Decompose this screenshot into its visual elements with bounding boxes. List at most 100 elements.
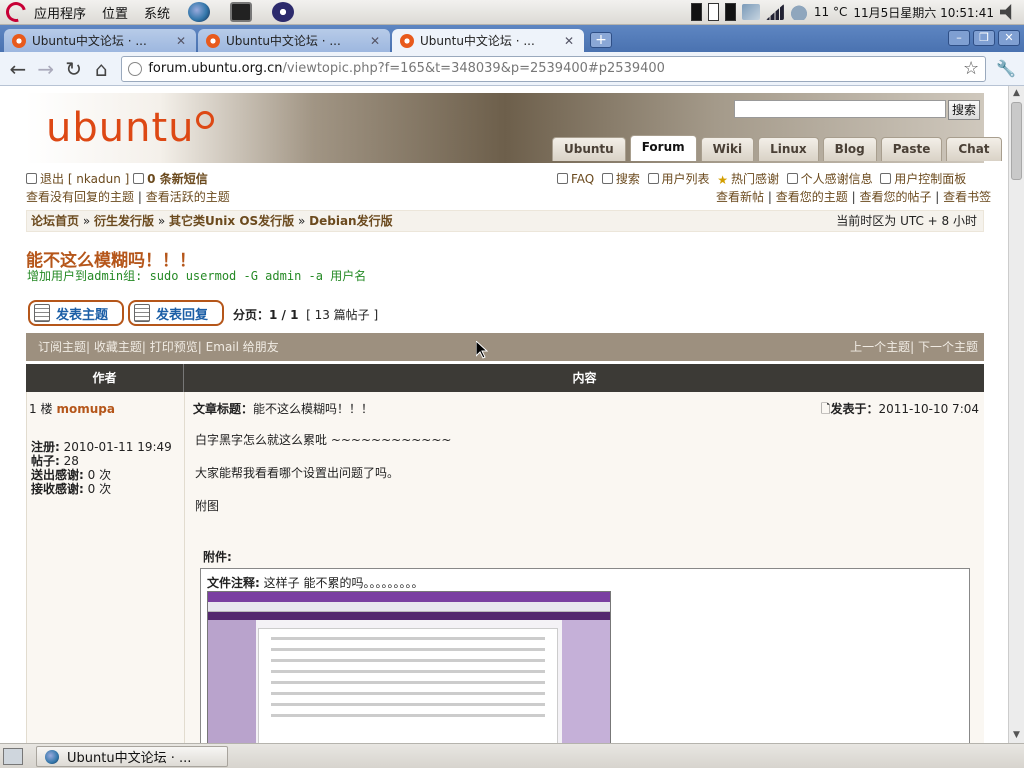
page-scrollbar[interactable]: ▲ ▼ (1008, 86, 1024, 743)
ubuntu-favicon-icon (12, 33, 26, 48)
applications-menu[interactable]: 应用程序 (26, 0, 94, 25)
ubuntu-logo[interactable]: ubuntu (46, 105, 215, 151)
bottom-panel: Ubuntu中文论坛 · ... (0, 743, 1024, 768)
tab-title: Ubuntu中文论坛 · ... (226, 34, 341, 48)
logout-link[interactable]: 退出 [ nkadun ] (40, 172, 129, 186)
attachment-image[interactable] (207, 591, 611, 743)
bookmarks-link[interactable]: 查看书签 (943, 190, 991, 204)
posts-label: 帖子: (31, 454, 60, 468)
breadcrumb-item[interactable]: 其它类Unix OS发行版 (169, 214, 294, 228)
weather-icon[interactable] (789, 4, 808, 20)
bookmark-star-icon[interactable]: ☆ (963, 58, 979, 79)
browser-tab-3[interactable]: Ubuntu中文论坛 · ... ✕ (392, 29, 584, 52)
wrench-menu-icon[interactable]: 🔧 (992, 55, 1020, 83)
nav-tab-wiki[interactable]: Wiki (700, 137, 755, 161)
nav-tab-blog[interactable]: Blog (822, 137, 877, 161)
hot-thanks-link[interactable]: 热门感谢 (731, 172, 779, 186)
my-thanks-link[interactable]: 个人感谢信息 (801, 172, 873, 186)
user-links-right: FAQ 搜索 用户列表 ★ 热门感谢 个人感谢信息 用户控制面板 (557, 170, 966, 187)
network-icon[interactable] (741, 4, 760, 20)
bookmark-topic-link[interactable]: 收藏主题 (94, 340, 142, 354)
volume-icon[interactable] (1000, 4, 1012, 20)
home-button[interactable]: ⌂ (87, 55, 115, 83)
topic-signature: 增加用户到admin组: sudo usermod -G admin -a 用户… (27, 269, 367, 283)
messages-link[interactable]: 0 条新短信 (147, 172, 208, 186)
print-link[interactable]: 打印预览 (150, 340, 198, 354)
no-reply-topics-link[interactable]: 查看没有回复的主题 (26, 190, 134, 204)
reload-button[interactable]: ↻ (60, 55, 88, 83)
scroll-down-icon[interactable]: ▼ (1009, 728, 1024, 743)
browser-launcher-icon[interactable] (188, 2, 211, 22)
browser-tab-1[interactable]: Ubuntu中文论坛 · ... ✕ (4, 29, 196, 52)
nav-tab-ubuntu[interactable]: Ubuntu (552, 137, 626, 161)
url-host: forum.ubuntu.org.cn (148, 61, 283, 76)
site-search-input[interactable] (734, 100, 946, 118)
prev-topic-link[interactable]: 上一个主题 (850, 340, 910, 354)
scroll-thumb[interactable] (1011, 102, 1022, 180)
document-icon (34, 304, 50, 322)
post-author-column: 1 楼 momupa 注册: 2010-01-11 19:49 帖子: 28 送出… (27, 392, 185, 743)
browser-tab-2[interactable]: Ubuntu中文论坛 · ... ✕ (198, 29, 390, 52)
workspace-2[interactable] (707, 3, 719, 21)
new-posts-link[interactable]: 查看新帖 (716, 190, 764, 204)
back-button[interactable]: ← (4, 55, 32, 83)
attachment-label: 附件: (203, 550, 232, 564)
post-header: 文章标题：能不这么模糊吗！！！ 🗋发表于：2011-10-10 7:04 (193, 400, 979, 417)
post-floor: 1 楼 momupa (29, 400, 115, 417)
your-posts-link[interactable]: 查看您的帖子 (859, 190, 931, 204)
faq-link[interactable]: FAQ (571, 172, 594, 186)
close-tab-icon[interactable]: ✕ (368, 34, 382, 48)
close-window-button[interactable]: ✕ (998, 30, 1020, 46)
new-tab-button[interactable]: + (590, 32, 612, 48)
email-link[interactable]: Email 给朋友 (206, 340, 279, 354)
nav-tab-chat[interactable]: Chat (946, 137, 1002, 161)
posted-label: 发表于： (830, 402, 879, 416)
ucp-link[interactable]: 用户控制面板 (894, 172, 966, 186)
user-links-left: 退出 [ nkadun ] 0 条新短信 (26, 170, 208, 187)
next-topic-link[interactable]: 下一个主题 (918, 340, 978, 354)
button-label: 发表回复 (156, 307, 209, 323)
thanks-icon (786, 173, 798, 184)
places-menu[interactable]: 位置 (94, 0, 136, 25)
logout-icon (26, 173, 37, 184)
terminal-launcher-icon[interactable] (230, 2, 253, 22)
scroll-up-icon[interactable]: ▲ (1009, 86, 1024, 101)
system-menu[interactable]: 系统 (136, 0, 178, 25)
post-author-link[interactable]: momupa (56, 402, 114, 416)
timezone-label: 当前时区为 UTC + 8 小时 (836, 214, 977, 228)
taskbar-window-button[interactable]: Ubuntu中文论坛 · ... (36, 746, 228, 767)
temperature-readout[interactable]: 11 °C (814, 5, 847, 19)
breadcrumb-item[interactable]: 论坛首页 (31, 214, 79, 228)
nav-tab-paste[interactable]: Paste (880, 137, 943, 161)
close-tab-icon[interactable]: ✕ (562, 34, 576, 48)
workspace-3[interactable] (724, 3, 736, 21)
url-path: /viewtopic.php?f=165&t=348039&p=2539400#… (282, 61, 665, 76)
site-search-button[interactable]: 搜索 (948, 100, 980, 120)
close-tab-icon[interactable]: ✕ (174, 34, 188, 48)
new-topic-button[interactable]: 发表主题 (28, 300, 124, 326)
search-link[interactable]: 搜索 (616, 172, 640, 186)
breadcrumb-item[interactable]: 衍生发行版 (94, 214, 154, 228)
show-desktop-icon[interactable] (3, 748, 23, 765)
address-bar[interactable]: forum.ubuntu.org.cn/viewtopic.php?f=165&… (121, 55, 987, 82)
signal-strength-icon[interactable] (765, 4, 784, 20)
nav-tab-linux[interactable]: Linux (758, 137, 819, 161)
page-info-icon[interactable] (128, 61, 143, 76)
clock[interactable]: 11月5日星期六 10:51:41 (853, 4, 994, 21)
subscribe-link[interactable]: 订阅主题 (38, 340, 86, 354)
reply-button[interactable]: 发表回复 (128, 300, 224, 326)
post-line: 附图 (195, 499, 220, 513)
active-topics-link[interactable]: 查看活跃的主题 (146, 190, 230, 204)
minimize-button[interactable]: – (948, 30, 970, 46)
workspace-1[interactable] (690, 3, 702, 21)
members-link[interactable]: 用户列表 (662, 172, 710, 186)
breadcrumb-item[interactable]: Debian发行版 (309, 214, 392, 228)
eclipse-launcher-icon[interactable] (272, 2, 295, 22)
forward-button[interactable]: → (32, 55, 60, 83)
ubuntu-circle-icon (196, 111, 215, 129)
pagination-value: 1 / 1 (269, 308, 299, 322)
subject-label: 文章标题： (193, 402, 254, 416)
your-topics-link[interactable]: 查看您的主题 (776, 190, 848, 204)
nav-tab-forum[interactable]: Forum (629, 135, 697, 161)
maximize-button[interactable]: ❐ (973, 30, 995, 46)
